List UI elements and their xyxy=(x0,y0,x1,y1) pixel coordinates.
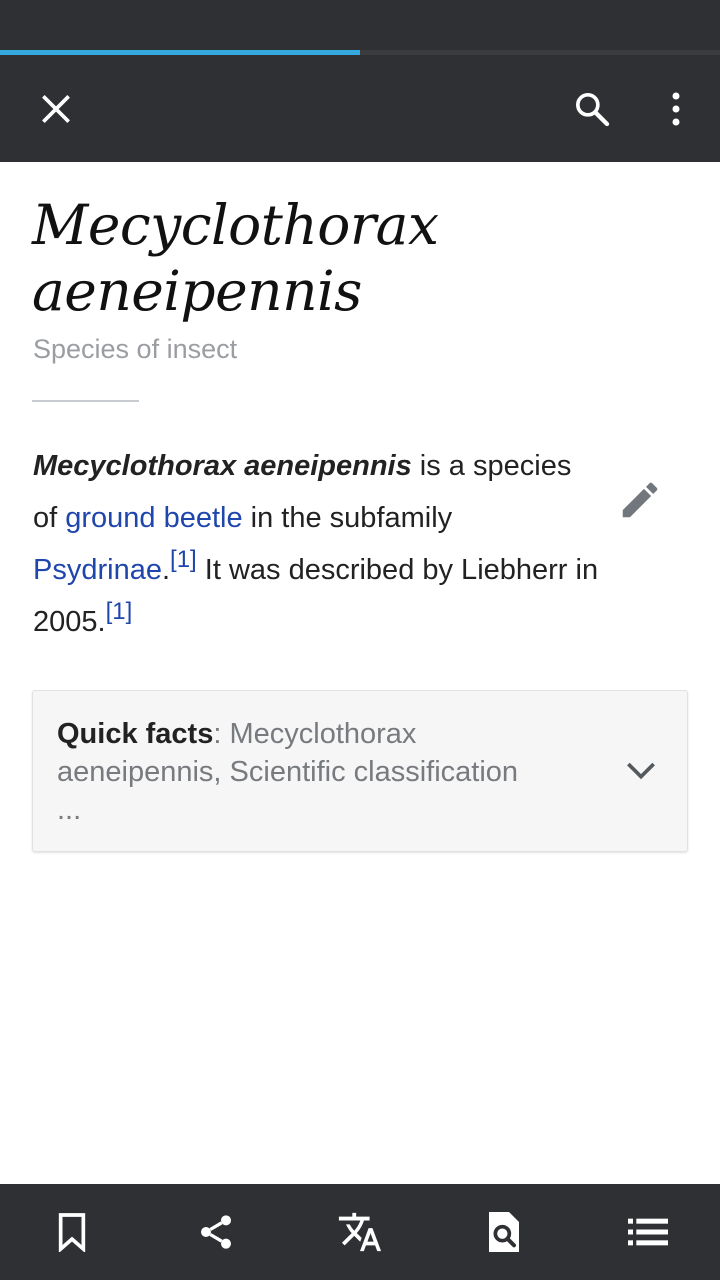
quick-facts-label: Quick facts xyxy=(57,718,214,750)
bookmark-icon xyxy=(58,1213,86,1252)
contents-icon xyxy=(628,1218,668,1246)
share-icon xyxy=(201,1215,231,1249)
paragraph-text: in the subfamily xyxy=(242,502,453,534)
pencil-icon xyxy=(622,482,658,518)
paragraph-text: of xyxy=(33,502,66,534)
search-button[interactable] xyxy=(560,77,624,141)
ground-beetle-link[interactable]: ground beetle xyxy=(65,502,242,534)
quick-facts-box[interactable]: Quick facts: Mecyclothorax aeneipennis, … xyxy=(32,690,688,852)
paragraph-line: Mecyclothorax aeneipennis is a species xyxy=(33,450,571,483)
psydrinae-link[interactable]: Psydrinae xyxy=(33,554,162,586)
more-options-button[interactable] xyxy=(644,77,708,141)
quick-facts-text: Quick facts: Mecyclothorax aeneipennis, … xyxy=(57,715,597,829)
bookmark-button[interactable] xyxy=(40,1200,104,1264)
share-button[interactable] xyxy=(184,1200,248,1264)
reference-link[interactable]: [1] xyxy=(106,598,133,625)
article-content: Mecyclothorax aeneipennis Species of ins… xyxy=(0,162,720,1184)
quick-facts-ellipsis: ... xyxy=(57,794,82,826)
article-title-line2: aeneipennis xyxy=(32,259,362,323)
search-icon xyxy=(576,93,610,127)
more-vert-icon xyxy=(672,92,680,126)
top-toolbar xyxy=(0,55,720,162)
status-bar xyxy=(0,0,720,50)
quick-facts-line2: aeneipennis, Scientific classification xyxy=(57,756,519,788)
quick-facts-sep: : xyxy=(213,718,230,750)
edit-section-button[interactable] xyxy=(608,468,672,532)
article-description: Species of insect xyxy=(33,334,238,364)
find-in-page-button[interactable] xyxy=(472,1200,536,1264)
paragraph-text: . xyxy=(161,554,171,586)
paragraph-text: 2005. xyxy=(33,606,106,638)
quick-facts-line: Quick facts: Mecyclothorax xyxy=(57,715,597,753)
species-name: Mecyclothorax aeneipennis xyxy=(33,450,412,482)
close-button[interactable] xyxy=(24,77,88,141)
translate-button[interactable] xyxy=(328,1200,392,1264)
close-icon xyxy=(42,95,70,123)
paragraph-text: is a species xyxy=(411,450,572,482)
reference-link[interactable]: [1] xyxy=(170,546,197,573)
paragraph-text: It was described by Liebherr in xyxy=(196,554,599,586)
bottom-action-bar xyxy=(0,1184,720,1280)
article-title: Mecyclothorax aeneipennis xyxy=(32,192,672,324)
expand-quick-facts-button[interactable] xyxy=(617,747,665,795)
table-of-contents-button[interactable] xyxy=(616,1200,680,1264)
quick-facts-line1: Mecyclothorax xyxy=(229,718,417,750)
paragraph-line: 2005.[1] xyxy=(33,598,132,639)
chevron-down-icon xyxy=(627,762,655,780)
paragraph-line: of ground beetle in the subfamily xyxy=(33,502,452,535)
paragraph-line: Psydrinae.[1] It was described by Liebhe… xyxy=(33,546,599,587)
find-in-page-icon xyxy=(489,1212,519,1252)
translate-icon xyxy=(338,1212,382,1252)
article-title-line1: Mecyclothorax xyxy=(32,193,439,257)
title-divider xyxy=(32,400,139,402)
